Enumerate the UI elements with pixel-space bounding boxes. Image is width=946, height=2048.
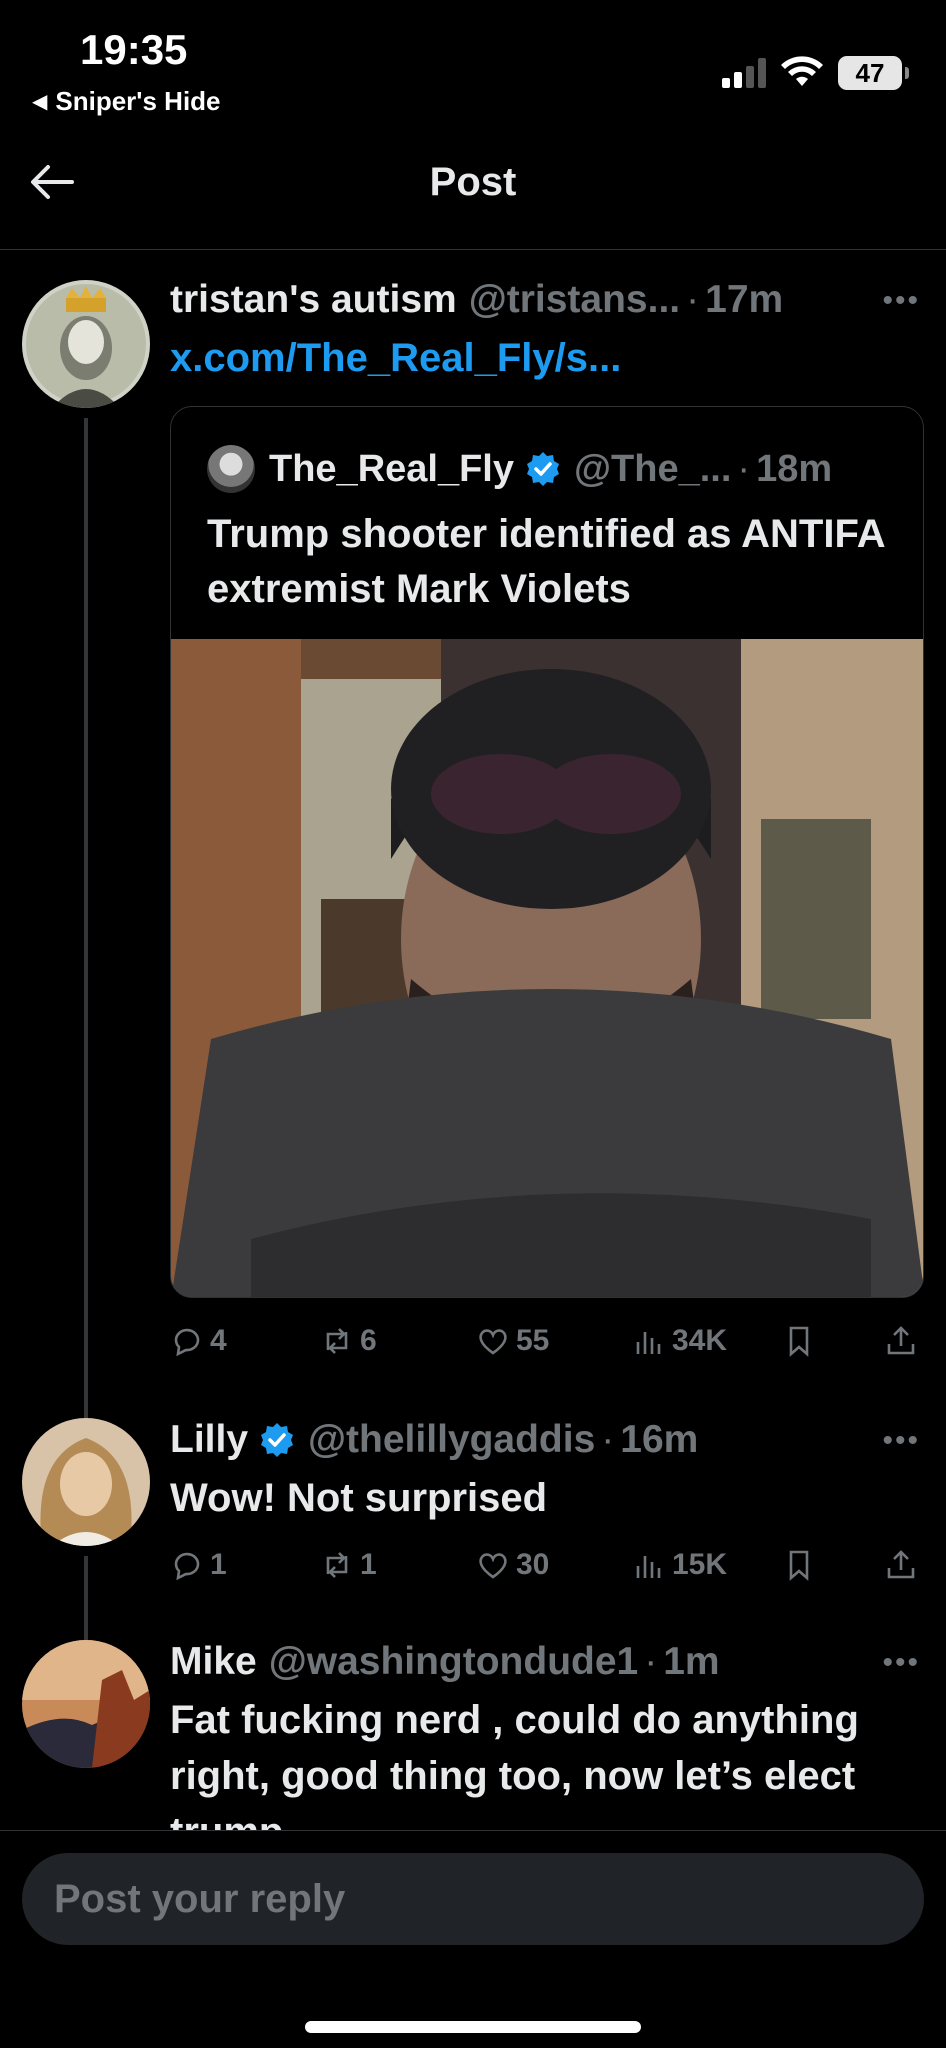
heart-icon: [479, 1329, 507, 1355]
reply-button[interactable]: 1: [170, 1548, 227, 1582]
author-handle[interactable]: @thelillygaddis: [308, 1418, 595, 1462]
back-to-app-button[interactable]: ◀ Sniper's Hide: [32, 86, 221, 117]
like-button[interactable]: 55: [476, 1324, 549, 1358]
post-link[interactable]: x.com/The_Real_Fly/s...: [170, 330, 910, 386]
share-icon: [887, 1550, 915, 1579]
meta-dot: ·: [601, 1418, 615, 1461]
more-options-icon[interactable]: •••: [882, 1646, 920, 1680]
back-app-label: Sniper's Hide: [55, 86, 221, 116]
quoted-post[interactable]: The_Real_Fly @The_... · 18m Trump shoote…: [170, 406, 924, 1298]
quoted-post-time: 18m: [756, 447, 833, 490]
more-options-icon[interactable]: •••: [882, 1424, 920, 1458]
author-handle[interactable]: @washingtondude1: [269, 1640, 639, 1684]
heart-icon: [479, 1553, 507, 1579]
bar-chart-icon: [636, 1556, 661, 1578]
quoted-post-image[interactable]: [171, 639, 924, 1298]
views-button[interactable]: 34K: [632, 1324, 727, 1358]
share-button[interactable]: [884, 1324, 918, 1358]
avatar[interactable]: [22, 1418, 150, 1546]
repost-button[interactable]: 1: [320, 1548, 377, 1582]
like-count: 55: [516, 1324, 550, 1357]
author-name[interactable]: tristan's autism: [170, 278, 457, 322]
meta-dot: ·: [686, 278, 700, 321]
page-title: Post: [429, 160, 517, 204]
share-icon: [887, 1326, 915, 1355]
quoted-avatar: [207, 445, 255, 493]
wifi-icon: [781, 56, 823, 86]
post-meta: Lilly @thelillygaddis · 16m: [170, 1418, 886, 1462]
reply-count: 4: [210, 1324, 227, 1357]
back-triangle-icon: ◀: [32, 91, 48, 113]
home-indicator[interactable]: [305, 2021, 641, 2033]
views-button[interactable]: 15K: [632, 1548, 727, 1582]
post-meta: Mike @washingtondude1 · 1m: [170, 1640, 886, 1684]
reply-count: 1: [210, 1548, 227, 1581]
reply-post[interactable]: Mike @washingtondude1 · 1m ••• Fat fucki…: [0, 1640, 946, 1830]
main-post[interactable]: tristan's autism @tristans... · 17m ••• …: [0, 270, 946, 1458]
post-actions: 4 6 55 34K: [170, 1324, 930, 1368]
post-header: Post: [0, 130, 946, 250]
bookmark-button[interactable]: [782, 1548, 816, 1582]
post-time: 17m: [705, 278, 784, 321]
bookmark-icon: [789, 1550, 809, 1581]
bookmark-icon: [789, 1326, 809, 1357]
meta-dot: ·: [644, 1640, 658, 1683]
post-text: Fat fucking nerd , could do anything rig…: [170, 1698, 859, 1830]
quoted-author-name: The_Real_Fly: [269, 447, 514, 490]
share-button[interactable]: [884, 1548, 918, 1582]
author-handle[interactable]: @tristans...: [469, 278, 680, 322]
author-name[interactable]: Mike: [170, 1640, 257, 1684]
post-meta: tristan's autism @tristans... · 17m: [170, 278, 886, 322]
post-time: 16m: [620, 1418, 699, 1461]
battery-icon: 47: [838, 56, 909, 90]
thread-line: [84, 418, 88, 1458]
status-time: 19:35: [80, 26, 188, 73]
status-icons: 47: [722, 56, 909, 90]
post-text: Wow! Not surprised: [170, 1476, 548, 1520]
repost-button[interactable]: 6: [320, 1324, 377, 1358]
view-count: 15K: [672, 1548, 728, 1581]
like-button[interactable]: 30: [476, 1548, 549, 1582]
quoted-post-text: Trump shooter identified as ANTIFA extre…: [207, 512, 885, 611]
repost-count: 1: [360, 1548, 377, 1581]
verified-badge-icon: [524, 450, 562, 488]
bookmark-button[interactable]: [782, 1324, 816, 1358]
repost-icon: [326, 1328, 348, 1354]
repost-count: 6: [360, 1324, 377, 1357]
reply-button[interactable]: 4: [170, 1324, 227, 1358]
meta-dot: ·: [737, 447, 751, 490]
reply-bar: Post your reply: [0, 1830, 946, 2048]
speech-bubble-icon: [174, 1552, 200, 1581]
avatar[interactable]: [22, 280, 150, 408]
view-count: 34K: [672, 1324, 728, 1357]
post-time: 1m: [663, 1640, 720, 1683]
reply-post[interactable]: Lilly @thelillygaddis · 16m ••• Wow! Not…: [0, 1418, 946, 1678]
quoted-author-handle: @The_...: [574, 447, 732, 490]
avatar[interactable]: [22, 1640, 150, 1768]
cellular-signal-icon: [722, 58, 766, 88]
verified-badge-icon: [258, 1421, 296, 1459]
more-options-icon[interactable]: •••: [882, 284, 920, 318]
speech-bubble-icon: [174, 1328, 200, 1357]
like-count: 30: [516, 1548, 550, 1581]
reply-input[interactable]: Post your reply: [22, 1853, 924, 1945]
bar-chart-icon: [636, 1332, 661, 1354]
repost-icon: [326, 1552, 348, 1578]
author-name[interactable]: Lilly: [170, 1418, 248, 1462]
status-bar: 19:35 ◀ Sniper's Hide 47: [0, 0, 946, 120]
quoted-post-meta: The_Real_Fly @The_... · 18m: [207, 445, 832, 493]
post-actions: 1 1 30 15K: [170, 1548, 930, 1592]
